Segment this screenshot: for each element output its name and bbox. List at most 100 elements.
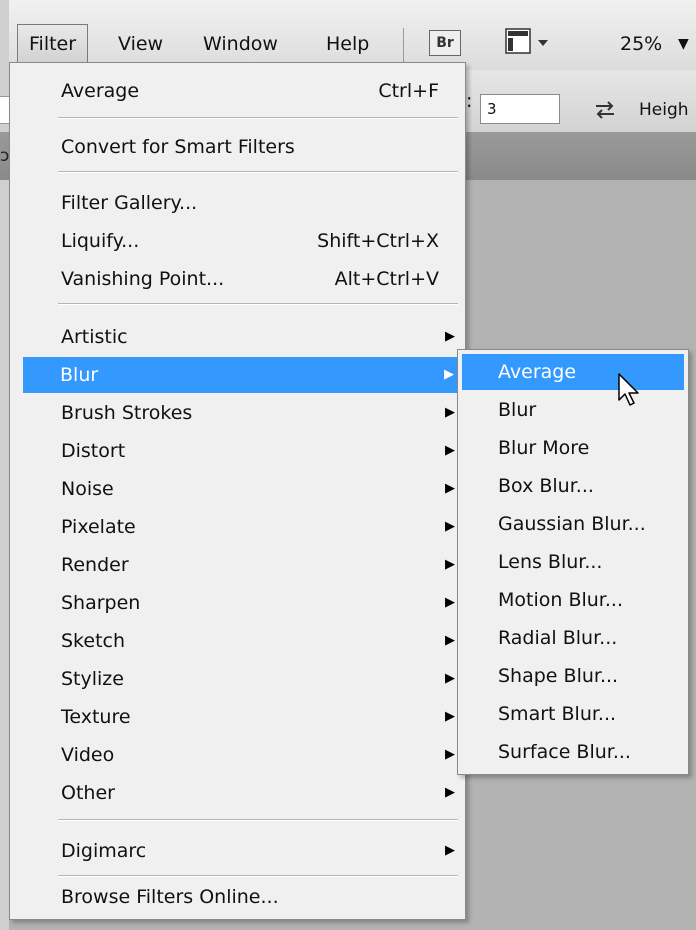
menu-separator xyxy=(58,171,458,173)
submenu-arrow-icon: ▶ xyxy=(445,405,455,420)
submenu-item-label: Blur More xyxy=(498,437,590,459)
menu-item-artistic[interactable]: Artistic ▶ xyxy=(24,319,464,355)
submenu-arrow-icon: ▶ xyxy=(445,481,455,496)
menu-item-other[interactable]: Other ▶ xyxy=(24,775,464,811)
mouse-cursor-icon xyxy=(618,373,639,406)
shortcut-label: Shift+Ctrl+X xyxy=(317,230,439,252)
menu-item-sketch[interactable]: Sketch ▶ xyxy=(24,623,464,659)
menu-item-label: Render xyxy=(61,554,129,576)
submenu-item-label: Surface Blur... xyxy=(498,741,631,763)
submenu-item-gaussian-blur[interactable]: Gaussian Blur... xyxy=(462,506,684,542)
submenu-arrow-icon: ▶ xyxy=(445,671,455,686)
menubar: Filter View Window Help Br 25% ▼ xyxy=(0,0,696,70)
shortcut-label: Alt+Ctrl+V xyxy=(334,268,439,290)
submenu-arrow-icon: ▶ xyxy=(445,709,455,724)
submenu-arrow-icon: ▶ xyxy=(444,367,454,382)
menu-item-render[interactable]: Render ▶ xyxy=(24,547,464,583)
menu-item-label: Distort xyxy=(61,440,126,462)
submenu-item-blur[interactable]: Blur xyxy=(462,392,684,428)
menu-separator xyxy=(58,303,458,305)
menu-view[interactable]: View xyxy=(108,26,173,62)
submenu-item-label: Smart Blur... xyxy=(498,703,617,725)
menu-item-browse-filters-online[interactable]: Browse Filters Online... xyxy=(24,879,464,915)
menu-item-pixelate[interactable]: Pixelate ▶ xyxy=(24,509,464,545)
menu-separator xyxy=(58,819,458,821)
swap-icon[interactable] xyxy=(592,100,618,120)
menu-item-label: Digimarc xyxy=(61,840,147,862)
height-label: Heigh xyxy=(639,100,689,120)
zoom-level[interactable]: 25% xyxy=(620,26,662,62)
menu-item-vanishing-point[interactable]: Vanishing Point... Alt+Ctrl+V xyxy=(24,261,464,297)
menu-item-convert-smart-filters[interactable]: Convert for Smart Filters xyxy=(24,129,464,165)
submenu-item-label: Motion Blur... xyxy=(498,589,623,611)
menu-item-label: Pixelate xyxy=(61,516,136,538)
menu-window[interactable]: Window xyxy=(193,26,288,62)
menu-item-label: Vanishing Point... xyxy=(61,268,225,290)
submenu-item-radial-blur[interactable]: Radial Blur... xyxy=(462,620,684,656)
zoom-dropdown-icon[interactable]: ▼ xyxy=(678,26,689,62)
submenu-item-label: Shape Blur... xyxy=(498,665,619,687)
submenu-item-box-blur[interactable]: Box Blur... xyxy=(462,468,684,504)
submenu-item-label: Gaussian Blur... xyxy=(498,513,646,535)
menu-separator xyxy=(58,117,458,119)
menu-item-label: Other xyxy=(61,782,115,804)
menu-item-noise[interactable]: Noise ▶ xyxy=(24,471,464,507)
menu-item-label: Average xyxy=(61,80,140,102)
menu-item-digimarc[interactable]: Digimarc ▶ xyxy=(24,833,464,869)
submenu-item-motion-blur[interactable]: Motion Blur... xyxy=(462,582,684,618)
submenu-item-smart-blur[interactable]: Smart Blur... xyxy=(462,696,684,732)
submenu-arrow-icon: ▶ xyxy=(445,557,455,572)
submenu-arrow-icon: ▶ xyxy=(445,519,455,534)
menubar-separator xyxy=(403,28,404,62)
menu-item-label: Video xyxy=(61,744,115,766)
options-value-field[interactable]: 3 xyxy=(480,94,560,124)
submenu-item-label: Box Blur... xyxy=(498,475,594,497)
submenu-item-label: Lens Blur... xyxy=(498,551,603,573)
submenu-item-average[interactable]: Average xyxy=(462,354,684,390)
menu-item-label: Texture xyxy=(61,706,131,728)
menu-item-label: Filter Gallery... xyxy=(61,192,198,214)
menu-item-liquify[interactable]: Liquify... Shift+Ctrl+X xyxy=(24,223,464,259)
shortcut-label: Ctrl+F xyxy=(378,80,439,102)
submenu-item-label: Blur xyxy=(498,399,537,421)
menu-item-label: Sharpen xyxy=(61,592,141,614)
options-left-field[interactable] xyxy=(0,96,9,124)
submenu-item-label: Radial Blur... xyxy=(498,627,618,649)
menu-item-distort[interactable]: Distort ▶ xyxy=(24,433,464,469)
submenu-item-surface-blur[interactable]: Surface Blur... xyxy=(462,734,684,770)
menu-item-label: Sketch xyxy=(61,630,126,652)
menu-filter[interactable]: Filter xyxy=(17,24,89,63)
submenu-item-lens-blur[interactable]: Lens Blur... xyxy=(462,544,684,580)
menu-item-average[interactable]: Average Ctrl+F xyxy=(24,73,464,109)
field-colon: : xyxy=(466,90,473,112)
bridge-button[interactable]: Br xyxy=(429,30,461,56)
submenu-arrow-icon: ▶ xyxy=(445,633,455,648)
menu-item-brush-strokes[interactable]: Brush Strokes ▶ xyxy=(24,395,464,431)
filter-menu: Average Ctrl+F Convert for Smart Filters… xyxy=(9,62,466,920)
menu-item-filter-gallery[interactable]: Filter Gallery... xyxy=(24,185,464,221)
menu-item-label: Browse Filters Online... xyxy=(61,886,279,908)
menu-item-stylize[interactable]: Stylize ▶ xyxy=(24,661,464,697)
menu-item-label: Liquify... xyxy=(61,230,140,252)
submenu-arrow-icon: ▶ xyxy=(445,747,455,762)
submenu-arrow-icon: ▶ xyxy=(445,329,455,344)
submenu-item-shape-blur[interactable]: Shape Blur... xyxy=(462,658,684,694)
menu-help[interactable]: Help xyxy=(316,26,379,62)
menu-item-label: Brush Strokes xyxy=(61,402,193,424)
menu-item-label: Convert for Smart Filters xyxy=(61,136,295,158)
menu-item-label: Artistic xyxy=(61,326,128,348)
submenu-item-label: Average xyxy=(498,361,577,383)
screen-layout-icon[interactable] xyxy=(505,28,549,56)
tab-fragment: ɔ xyxy=(0,146,10,166)
menu-item-video[interactable]: Video ▶ xyxy=(24,737,464,773)
submenu-arrow-icon: ▶ xyxy=(445,443,455,458)
menu-item-texture[interactable]: Texture ▶ xyxy=(24,699,464,735)
blur-submenu: Average Blur Blur More Box Blur... Gauss… xyxy=(457,349,689,775)
menu-item-label: Stylize xyxy=(61,668,124,690)
menu-item-sharpen[interactable]: Sharpen ▶ xyxy=(24,585,464,621)
menu-separator xyxy=(58,875,458,877)
menu-item-label: Blur xyxy=(60,364,99,386)
menu-item-blur[interactable]: Blur ▶ xyxy=(23,357,464,393)
submenu-arrow-icon: ▶ xyxy=(445,595,455,610)
submenu-item-blur-more[interactable]: Blur More xyxy=(462,430,684,466)
